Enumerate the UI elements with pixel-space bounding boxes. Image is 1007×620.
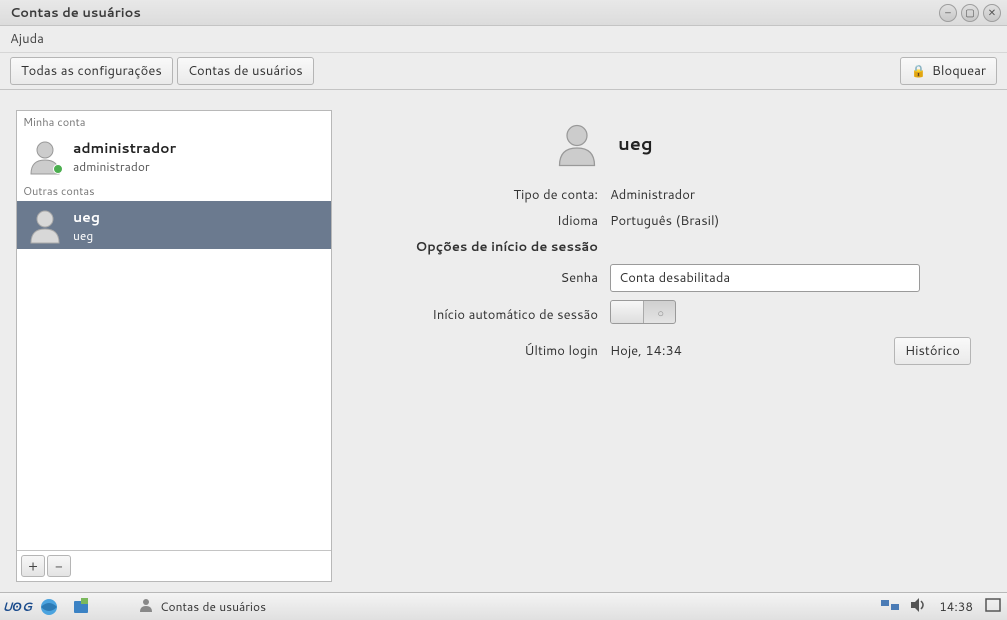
user-list: Minha conta administrador administrador … xyxy=(17,111,331,550)
row-autologin: Início automático de sessão ○ xyxy=(372,300,971,329)
lock-button[interactable]: 🔒 Bloquear xyxy=(900,57,997,85)
password-field[interactable]: Conta desabilitada xyxy=(610,264,920,292)
row-password: Senha Conta desabilitada xyxy=(372,264,971,292)
password-value: Conta desabilitada xyxy=(619,269,730,287)
menubar: Ajuda xyxy=(0,26,1007,52)
minimize-button[interactable]: – xyxy=(939,4,957,22)
user-detail-panel: ueg Tipo de conta: Administrador Idioma … xyxy=(332,110,991,582)
maximize-button[interactable]: ▢ xyxy=(961,4,979,22)
lock-icon: 🔒 xyxy=(911,62,926,79)
lock-button-label: Bloquear xyxy=(932,62,986,80)
taskbar-logo-icon[interactable]: UʘG xyxy=(6,597,28,617)
user-name: ueg xyxy=(73,207,100,227)
breadcrumb-users-button[interactable]: Contas de usuários xyxy=(177,57,314,85)
toggle-knob xyxy=(611,301,644,323)
row-language: Idioma Português (Brasil) xyxy=(372,212,971,230)
section-other-accounts: Outras contas xyxy=(17,180,331,201)
user-role: ueg xyxy=(73,227,100,244)
avatar xyxy=(25,205,65,245)
network-icon[interactable] xyxy=(881,598,899,616)
sidebar-footer: + − xyxy=(17,550,331,581)
user-item-administrador[interactable]: administrador administrador xyxy=(17,132,331,180)
user-name: administrador xyxy=(73,138,176,158)
user-role: administrador xyxy=(73,158,176,175)
user-item-names: administrador administrador xyxy=(73,138,176,175)
value-language[interactable]: Português (Brasil) xyxy=(610,212,971,230)
taskbar-app-users[interactable]: Contas de usuários xyxy=(132,595,272,619)
autologin-toggle[interactable]: ○ xyxy=(610,300,676,324)
taskbar: UʘG Contas de usuários 14:38 xyxy=(0,592,1007,620)
toggle-off-icon: ○ xyxy=(657,305,664,321)
history-button[interactable]: Histórico xyxy=(894,337,971,365)
avatar-large[interactable] xyxy=(552,118,602,168)
toolbar: Todas as configurações Contas de usuário… xyxy=(0,52,1007,90)
section-login-options: Opções de início de sessão xyxy=(372,238,610,256)
show-desktop-icon[interactable] xyxy=(985,598,1001,616)
close-button[interactable]: ✕ xyxy=(983,4,1001,22)
all-settings-button[interactable]: Todas as configurações xyxy=(10,57,173,85)
user-item-names: ueg ueg xyxy=(73,207,100,244)
users-icon xyxy=(138,597,154,617)
detail-user-name[interactable]: ueg xyxy=(618,130,653,156)
volume-icon[interactable] xyxy=(911,598,927,616)
value-last-login: Hoje, 14:34 xyxy=(610,342,682,360)
main-content: Minha conta administrador administrador … xyxy=(0,90,1007,592)
row-login-options-title: Opções de início de sessão xyxy=(372,238,971,256)
user-item-ueg[interactable]: ueg ueg xyxy=(17,201,331,249)
remove-user-button[interactable]: − xyxy=(47,555,71,577)
detail-header: ueg xyxy=(372,118,971,168)
menu-help[interactable]: Ajuda xyxy=(4,27,50,51)
label-password: Senha xyxy=(372,269,610,287)
user-list-sidebar: Minha conta administrador administrador … xyxy=(16,110,332,582)
section-my-account: Minha conta xyxy=(17,111,331,132)
label-autologin: Início automático de sessão xyxy=(372,306,610,324)
online-status-icon xyxy=(53,164,63,174)
value-account-type[interactable]: Administrador xyxy=(610,186,971,204)
taskbar-right: 14:38 xyxy=(881,598,1001,616)
label-language: Idioma xyxy=(372,212,610,230)
label-last-login: Último login xyxy=(372,342,610,360)
taskbar-files-icon[interactable] xyxy=(70,597,92,617)
window-title: Contas de usuários xyxy=(6,4,939,22)
add-user-button[interactable]: + xyxy=(21,555,45,577)
window-controls: – ▢ ✕ xyxy=(939,4,1001,22)
taskbar-browser-icon[interactable] xyxy=(38,597,60,617)
row-account-type: Tipo de conta: Administrador xyxy=(372,186,971,204)
avatar xyxy=(25,136,65,176)
taskbar-clock[interactable]: 14:38 xyxy=(939,598,973,615)
row-last-login: Último login Hoje, 14:34 Histórico xyxy=(372,337,971,365)
titlebar: Contas de usuários – ▢ ✕ xyxy=(0,0,1007,26)
taskbar-app-label: Contas de usuários xyxy=(160,598,266,615)
label-account-type: Tipo de conta: xyxy=(372,186,610,204)
